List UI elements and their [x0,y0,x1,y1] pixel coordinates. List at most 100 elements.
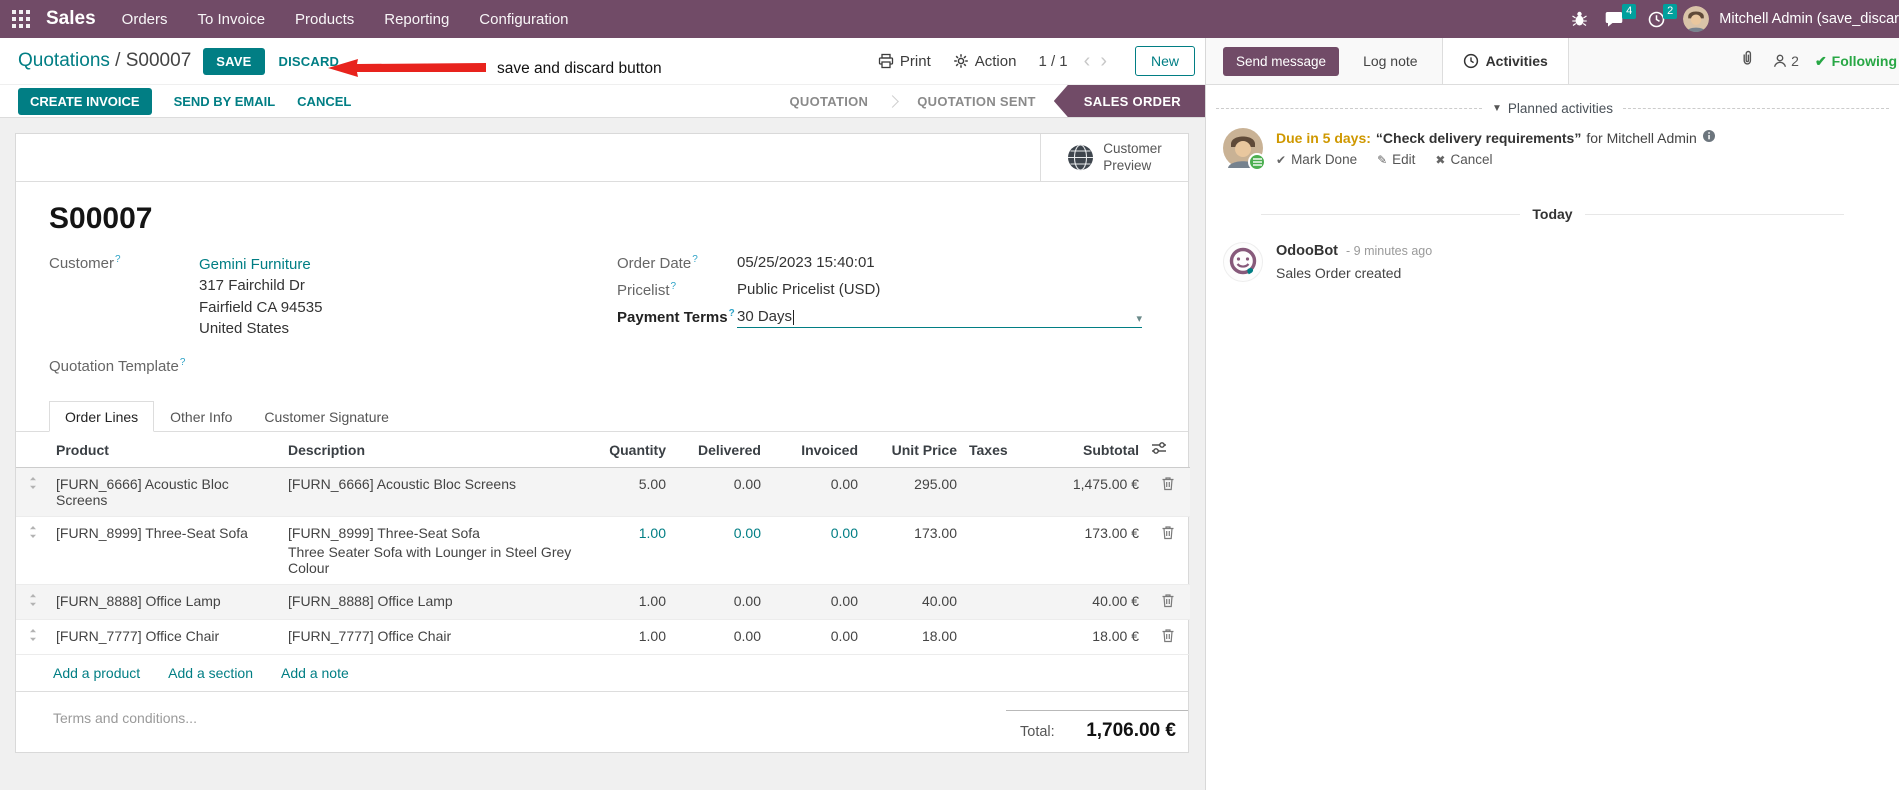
notebook-tabs: Order Lines Other Info Customer Signatur… [16,400,1188,433]
customer-street: 317 Fairchild Dr [199,277,305,295]
dropdown-caret-icon[interactable]: ▾ [1136,312,1142,325]
message-body: Sales Order created [1276,265,1402,281]
delete-row-button[interactable] [1145,468,1190,517]
chatter-panel: Send message Log note Activities 2 ✔ Fol… [1205,38,1899,790]
chatter-message: OdooBot - 9 minutes ago Sales Order crea… [1206,232,1899,292]
add-section-link[interactable]: Add a section [168,665,253,681]
top-navbar: Sales Orders To Invoice Products Reporti… [0,0,1899,38]
text-cursor [793,310,795,325]
status-button-bar: CREATE INVOICE SEND BY EMAIL CANCEL QUOT… [0,85,1205,118]
status-step-quotation[interactable]: QUOTATION [771,85,886,117]
col-taxes[interactable]: Taxes [963,432,1033,469]
messages-icon[interactable]: 4 [1605,3,1637,28]
new-button[interactable]: New [1134,46,1195,76]
tab-other-info[interactable]: Other Info [154,401,248,432]
help-marker: ? [728,308,735,319]
help-marker: ? [670,281,677,292]
customer-preview-button[interactable]: Customer Preview [1040,134,1188,181]
pricelist-field[interactable]: Public Pricelist (USD) [737,281,880,299]
create-invoice-button[interactable]: CREATE INVOICE [18,87,152,115]
optional-columns-button[interactable] [1145,432,1190,469]
col-invoiced[interactable]: Invoiced [767,432,864,469]
send-message-button[interactable]: Send message [1223,46,1340,76]
nav-menu-orders[interactable]: Orders [122,11,168,28]
drag-handle-icon[interactable] [16,517,50,585]
main-column: Quotations / S00007 SAVE DISCARD save an… [0,38,1205,790]
table-row[interactable]: [FURN_8888] Office Lamp [FURN_8888] Offi… [16,584,1190,620]
payment-terms-field[interactable]: 30 Days ▾ [737,308,1142,328]
planned-activities-toggle[interactable]: ▼ Planned activities [1492,101,1613,116]
app-name[interactable]: Sales [46,8,96,30]
schedule-activity-button[interactable]: Activities [1441,38,1569,84]
col-product[interactable]: Product [50,432,282,469]
add-note-link[interactable]: Add a note [281,665,349,681]
log-note-button[interactable]: Log note [1363,53,1418,69]
pricelist-label: Pricelist? [617,281,677,299]
delete-row-button[interactable] [1145,585,1190,620]
tab-customer-signature[interactable]: Customer Signature [248,401,405,432]
help-marker: ? [115,254,121,265]
pager-next-icon[interactable]: › [1096,51,1111,71]
nav-menu-reporting[interactable]: Reporting [384,11,449,28]
pencil-icon: ✎ [1377,152,1388,167]
activity-summary: “Check delivery requirements” [1375,129,1582,146]
nav-menu-configuration[interactable]: Configuration [479,11,568,28]
table-row[interactable]: [FURN_7777] Office Chair [FURN_7777] Off… [16,620,1190,655]
terms-placeholder[interactable]: Terms and conditions... [53,710,197,742]
col-quantity[interactable]: Quantity [582,432,672,469]
message-timestamp: - 9 minutes ago [1346,244,1433,258]
status-step-quotation-sent[interactable]: QUOTATION SENT [899,85,1054,117]
order-lines-table: Product Description Quantity Delivered I… [16,432,1190,655]
activity-type-badge-icon [1248,153,1266,171]
print-button[interactable]: Print [878,53,931,70]
drag-handle-icon[interactable] [16,468,50,517]
add-product-link[interactable]: Add a product [53,665,140,681]
apps-grid-icon[interactable] [12,9,32,29]
activities-clock-icon[interactable]: 2 [1648,3,1678,28]
odoobot-avatar[interactable] [1223,242,1263,286]
quotation-template-label: Quotation Template? [49,357,186,376]
mark-done-button[interactable]: ✔ Mark Done [1276,152,1357,167]
debug-bug-icon[interactable] [1572,11,1588,27]
save-button[interactable]: SAVE [203,47,265,75]
delete-row-button[interactable] [1145,620,1190,655]
table-row[interactable]: [FURN_8999] Three-Seat Sofa [FURN_8999] … [16,517,1190,585]
order-date-field[interactable]: 05/25/2023 15:40:01 [737,254,875,272]
action-button[interactable]: Action [953,53,1016,70]
col-subtotal[interactable]: Subtotal [1033,432,1145,469]
planned-activities-divider: ▼ Planned activities [1216,101,1889,116]
cancel-activity-button[interactable]: ✖ Cancel [1435,152,1492,167]
col-description[interactable]: Description [282,432,582,469]
send-by-email-button[interactable]: SEND BY EMAIL [174,94,276,109]
followers-button[interactable]: 2 [1772,53,1799,69]
status-step-sales-order[interactable]: SALES ORDER [1053,85,1205,117]
attach-files-button[interactable] [1739,50,1756,72]
chatter-toolbar: Send message Log note Activities 2 ✔ Fol… [1206,38,1899,85]
breadcrumb-current: S00007 [125,50,192,71]
user-menu[interactable]: Mitchell Admin (save_discar [1719,11,1899,27]
nav-menu-to-invoice[interactable]: To Invoice [198,11,266,28]
annotation-red-arrow [328,56,486,85]
table-row[interactable]: [FURN_6666] Acoustic Bloc Screens [FURN_… [16,467,1190,517]
record-title: S00007 [49,202,153,235]
col-unit-price[interactable]: Unit Price [864,432,963,469]
nav-menu-products[interactable]: Products [295,11,354,28]
pager-previous-icon[interactable]: ‹ [1080,51,1095,71]
edit-activity-button[interactable]: ✎ Edit [1377,152,1415,167]
pager: 1 / 1 [1038,52,1068,70]
following-button[interactable]: ✔ Following [1815,53,1897,70]
table-footer-links: Add a product Add a section Add a note [16,655,1188,693]
info-icon[interactable] [1702,129,1716,146]
cancel-button[interactable]: CANCEL [297,94,351,109]
breadcrumb-quotations[interactable]: Quotations [18,50,110,71]
message-author[interactable]: OdooBot [1276,243,1338,259]
clock-icon [1463,53,1478,69]
col-delivered[interactable]: Delivered [672,432,767,469]
drag-handle-icon[interactable] [16,620,50,655]
trash-icon [1162,594,1173,608]
user-avatar[interactable] [1683,6,1710,32]
tab-order-lines[interactable]: Order Lines [49,401,155,433]
customer-link[interactable]: Gemini Furniture [199,254,322,275]
delete-row-button[interactable] [1145,517,1190,585]
drag-handle-icon[interactable] [16,585,50,620]
